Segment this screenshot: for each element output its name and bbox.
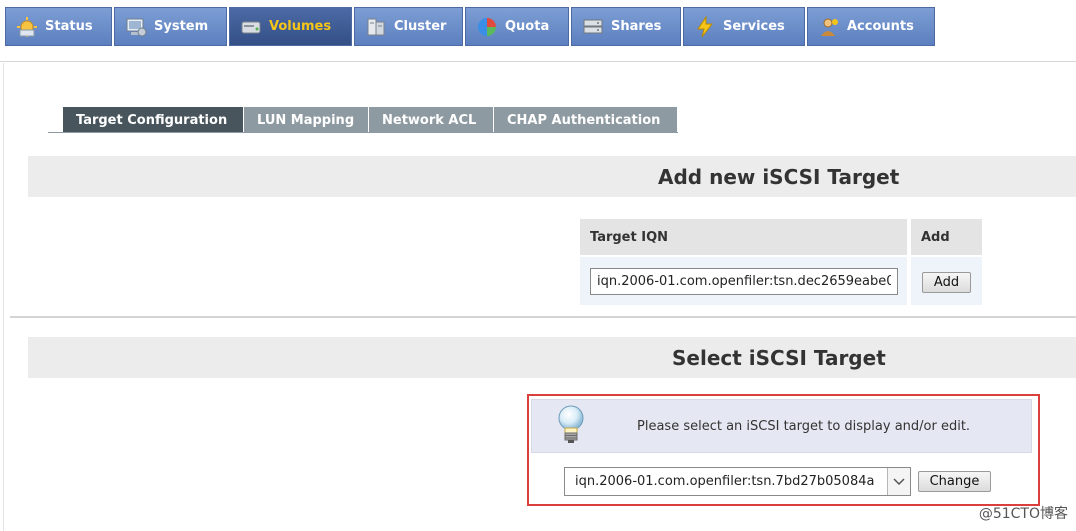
nav-tab-status[interactable]: Status <box>5 7 112 46</box>
tab-target-configuration[interactable]: Target Configuration <box>63 107 244 133</box>
nav-tab-system[interactable]: System <box>114 7 227 46</box>
add-column-header: Add <box>911 219 982 255</box>
nav-tab-shares[interactable]: Shares <box>571 7 681 46</box>
nav-tab-cluster[interactable]: Cluster <box>354 7 463 46</box>
services-icon <box>694 15 716 38</box>
section-divider <box>10 316 1076 318</box>
nav-tab-services[interactable]: Services <box>683 7 805 46</box>
sub-tab-spacer <box>48 107 63 133</box>
select-target-title: Select iSCSI Target <box>672 345 886 370</box>
add-button[interactable]: Add <box>922 272 971 293</box>
nav-tab-quota[interactable]: Quota <box>465 7 569 46</box>
sub-tabs: Target Configuration LUN Mapping Network… <box>48 107 678 133</box>
quota-icon <box>476 16 498 38</box>
accounts-icon <box>818 16 840 38</box>
target-iqn-column-header: Target IQN <box>580 219 907 255</box>
volumes-icon <box>240 16 262 38</box>
nav-tab-label: Status <box>45 19 93 34</box>
nav-tab-label: Volumes <box>269 19 332 34</box>
status-icon <box>16 16 38 38</box>
add-target-header <box>28 156 1076 197</box>
nav-tab-label: Cluster <box>394 19 447 34</box>
target-iqn-input[interactable] <box>590 268 898 295</box>
tab-network-acl[interactable]: Network ACL <box>369 107 494 133</box>
select-target-header <box>28 337 1076 378</box>
tab-lun-mapping[interactable]: LUN Mapping <box>244 107 369 133</box>
nav-tab-label: Shares <box>611 19 662 34</box>
nav-tab-label: Quota <box>505 19 550 34</box>
nav-tab-label: System <box>154 19 209 34</box>
sub-tabs-baseline <box>48 132 678 133</box>
nav-tab-label: Services <box>723 19 785 34</box>
nav-tab-accounts[interactable]: Accounts <box>807 7 935 46</box>
system-icon <box>125 16 147 38</box>
top-navigation: Status System Volumes Cluster Quota Shar… <box>0 0 1076 62</box>
cluster-icon <box>365 16 387 38</box>
add-target-title: Add new iSCSI Target <box>658 164 900 189</box>
watermark: @51CTO博客 <box>978 506 1068 522</box>
nav-tab-label: Accounts <box>847 19 914 34</box>
nav-tab-volumes[interactable]: Volumes <box>229 7 352 46</box>
tab-chap-authentication[interactable]: CHAP Authentication <box>494 107 678 133</box>
highlight-frame <box>527 394 1040 506</box>
nav-divider <box>0 61 1076 62</box>
shares-icon <box>582 16 604 38</box>
